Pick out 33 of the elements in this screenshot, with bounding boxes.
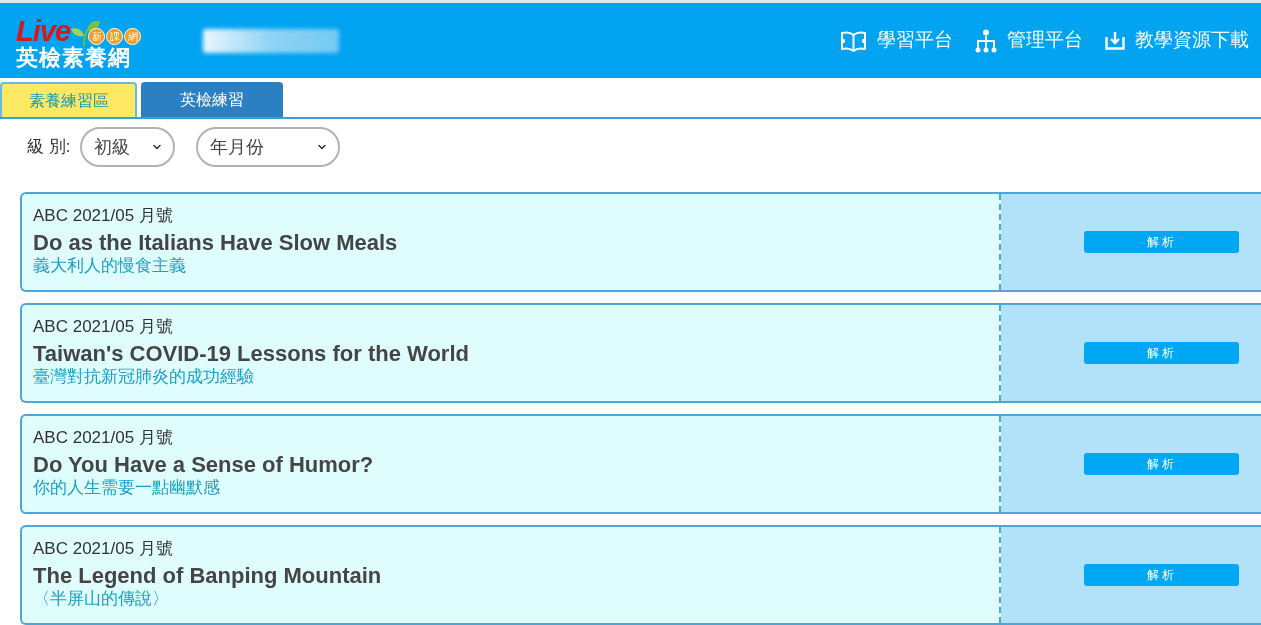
- hierarchy-icon: [975, 28, 997, 53]
- article-issue: ABC 2021/05 月號: [33, 428, 174, 448]
- article-issue: ABC 2021/05 月號: [33, 206, 174, 226]
- nav-link[interactable]: 學習平台: [840, 26, 953, 55]
- analysis-button[interactable]: 解析: [1084, 342, 1239, 364]
- tab[interactable]: 素養練習區: [0, 82, 137, 117]
- article-subtitle: 義大利人的慢食主義: [33, 256, 187, 276]
- article-subtitle: 臺灣對抗新冠肺炎的成功經驗: [33, 367, 255, 387]
- article-issue: ABC 2021/05 月號: [33, 539, 174, 559]
- logo-badge: 課: [106, 28, 124, 45]
- dropdown-select[interactable]: 初級: [80, 127, 176, 167]
- logo-title: 英檢素養網: [16, 47, 132, 69]
- article-title: Do as the Italians Have Slow Meals: [33, 229, 399, 256]
- tab[interactable]: 英檢練習: [141, 82, 283, 117]
- analysis-button[interactable]: 解析: [1084, 564, 1239, 586]
- open-book-icon: [840, 29, 867, 52]
- level-label: 級 別:: [27, 136, 71, 159]
- download-icon: [1105, 31, 1125, 50]
- sprout-icon: [70, 20, 101, 46]
- logo-badge: 新: [88, 28, 106, 45]
- article-title: The Legend of Banping Mountain: [33, 562, 383, 589]
- article-subtitle: 〈半屏山的傳說〉: [33, 589, 170, 609]
- article-title: Taiwan's COVID-19 Lessons for the World: [33, 340, 470, 367]
- nav-link[interactable]: 管理平台: [975, 26, 1083, 55]
- logo-wordmark: Live: [16, 17, 71, 46]
- analysis-button[interactable]: 解析: [1084, 453, 1239, 475]
- article-issue: ABC 2021/05 月號: [33, 317, 174, 337]
- dropdown-select[interactable]: 年月份: [196, 127, 341, 167]
- nav-link[interactable]: 教學資源下載: [1105, 26, 1249, 55]
- analysis-button[interactable]: 解析: [1084, 231, 1239, 253]
- logo-badge: 網: [124, 28, 142, 45]
- article-title: Do You Have a Sense of Humor?: [33, 451, 375, 478]
- article-subtitle: 你的人生需要一點幽默感: [33, 478, 221, 498]
